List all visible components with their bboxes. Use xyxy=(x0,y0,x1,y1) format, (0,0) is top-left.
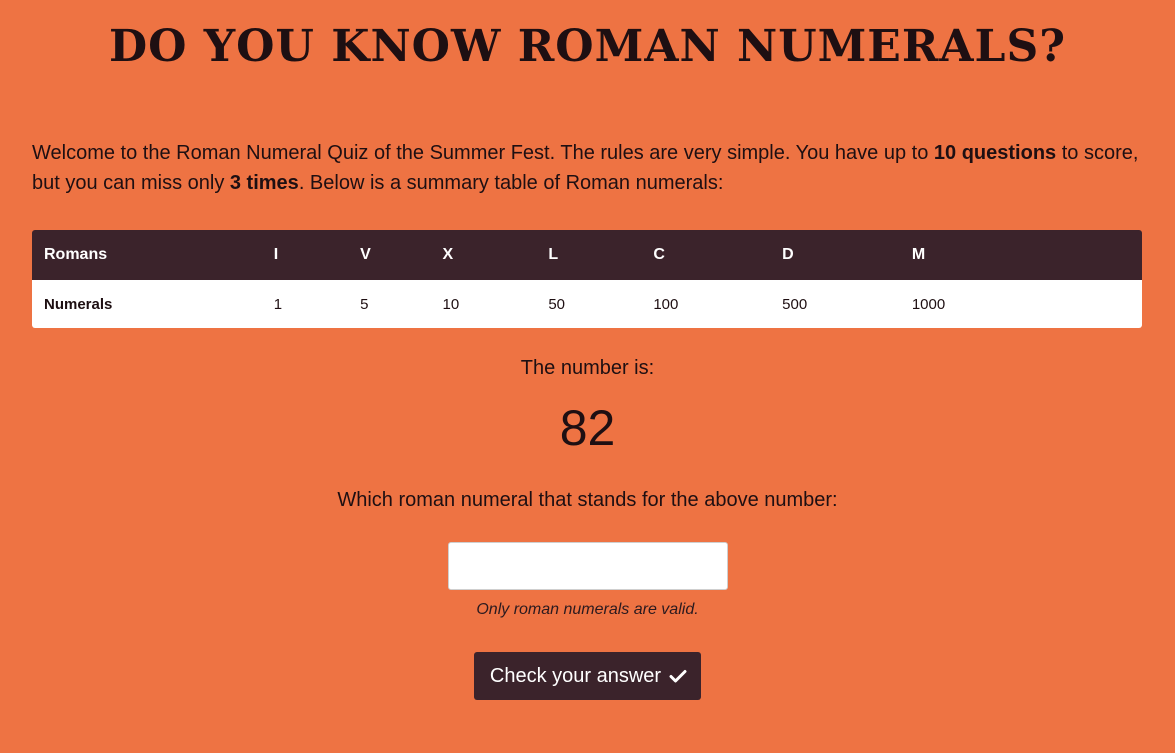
quiz-page: DO YOU KNOW ROMAN NUMERALS? Welcome to t… xyxy=(0,0,1175,753)
question-text: Which roman numeral that stands for the … xyxy=(337,489,838,511)
table-cell: 1000 xyxy=(899,280,1142,328)
table-cell: 5 xyxy=(348,280,431,328)
check-answer-label: Check your answer xyxy=(489,664,662,687)
table-row-label: Numerals xyxy=(32,280,262,328)
page-title: DO YOU KNOW ROMAN NUMERALS? xyxy=(108,21,1067,72)
table-cell: 1 xyxy=(261,280,349,328)
table-header-cell: M xyxy=(899,230,1142,280)
table-header-cell: D xyxy=(770,230,900,280)
table-cell: 10 xyxy=(430,280,537,328)
intro-bold-questions: 10 questions xyxy=(933,142,1057,164)
table-cell: 500 xyxy=(770,280,900,328)
number-value: 82 xyxy=(559,400,616,456)
checkmark-icon xyxy=(669,667,687,685)
table-cell: 100 xyxy=(641,280,771,328)
intro-text-3: . Below is a summary table of Roman nume… xyxy=(298,172,724,194)
table-row: Numerals 1 5 10 50 100 500 1000 xyxy=(32,280,1142,328)
number-label: The number is: xyxy=(520,357,655,379)
check-answer-button[interactable]: Check your answer xyxy=(473,652,702,700)
table-header-cell: V xyxy=(348,230,431,280)
roman-numeral-table: Romans I V X L C D M Numerals 1 5 10 50 … xyxy=(32,230,1142,328)
input-hint: Only roman numerals are valid. xyxy=(476,601,699,618)
table-header-cell: I xyxy=(261,230,349,280)
table-header-row: Romans I V X L C D M xyxy=(32,230,1142,280)
intro-text-1: Welcome to the Roman Numeral Quiz of the… xyxy=(32,142,934,164)
table-header-cell: C xyxy=(641,230,771,280)
intro-bold-times: 3 times xyxy=(229,172,299,194)
table-header-cell: X xyxy=(430,230,537,280)
intro-paragraph: Welcome to the Roman Numeral Quiz of the… xyxy=(32,138,1142,198)
table-header-label: Romans xyxy=(32,230,262,280)
quiz-section: The number is: 82 Which roman numeral th… xyxy=(32,356,1143,700)
table-cell: 50 xyxy=(536,280,642,328)
table-header-cell: L xyxy=(536,230,642,280)
answer-input[interactable] xyxy=(447,542,728,590)
